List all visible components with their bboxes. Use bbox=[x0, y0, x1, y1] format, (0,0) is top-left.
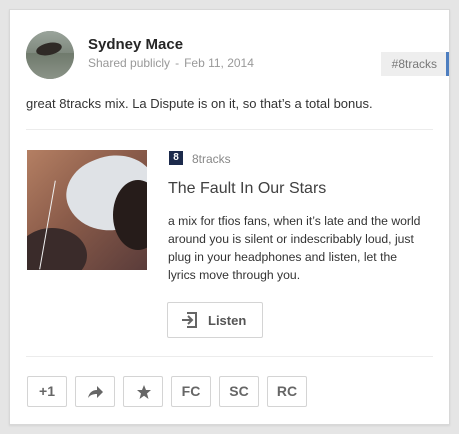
plus-one-label: +1 bbox=[39, 383, 55, 399]
sign-in-icon bbox=[182, 312, 197, 328]
share-icon bbox=[88, 386, 103, 398]
rc-button[interactable]: RC bbox=[267, 376, 307, 407]
divider bbox=[26, 356, 433, 357]
link-description: a mix for tfios fans, when it’s late and… bbox=[168, 214, 421, 282]
listen-label: Listen bbox=[208, 313, 247, 328]
hashtag-tag[interactable]: #8tracks bbox=[380, 52, 449, 76]
8tracks-icon: 8 bbox=[169, 151, 183, 165]
rc-label: RC bbox=[276, 383, 298, 399]
fc-label: FC bbox=[181, 383, 201, 399]
avatar-image-ground bbox=[26, 53, 74, 79]
plus-one-button[interactable]: +1 bbox=[27, 376, 67, 407]
star-icon bbox=[137, 385, 151, 399]
post-text: great 8tracks mix. La Dispute is on it, … bbox=[26, 96, 373, 111]
sc-button[interactable]: SC bbox=[219, 376, 259, 407]
author-name[interactable]: Sydney Mace bbox=[88, 36, 183, 53]
link-title[interactable]: The Fault In Our Stars bbox=[168, 180, 326, 198]
listen-button[interactable]: Listen bbox=[167, 302, 263, 338]
fc-button[interactable]: FC bbox=[171, 376, 211, 407]
meta-separator: - bbox=[175, 56, 180, 70]
post-date[interactable]: Feb 11, 2014 bbox=[184, 56, 254, 70]
post-meta: Shared publicly - Feb 11, 2014 bbox=[88, 56, 254, 70]
divider bbox=[26, 129, 433, 130]
sc-label: SC bbox=[229, 383, 249, 399]
avatar[interactable] bbox=[26, 31, 74, 79]
star-button[interactable] bbox=[123, 376, 163, 407]
link-site-name[interactable]: 8tracks bbox=[192, 152, 231, 166]
link-thumbnail[interactable] bbox=[27, 150, 147, 270]
share-button[interactable] bbox=[75, 376, 115, 407]
visibility-label: Shared publicly bbox=[88, 56, 171, 70]
post-card: Sydney Mace Shared publicly - Feb 11, 2014… bbox=[9, 9, 450, 425]
